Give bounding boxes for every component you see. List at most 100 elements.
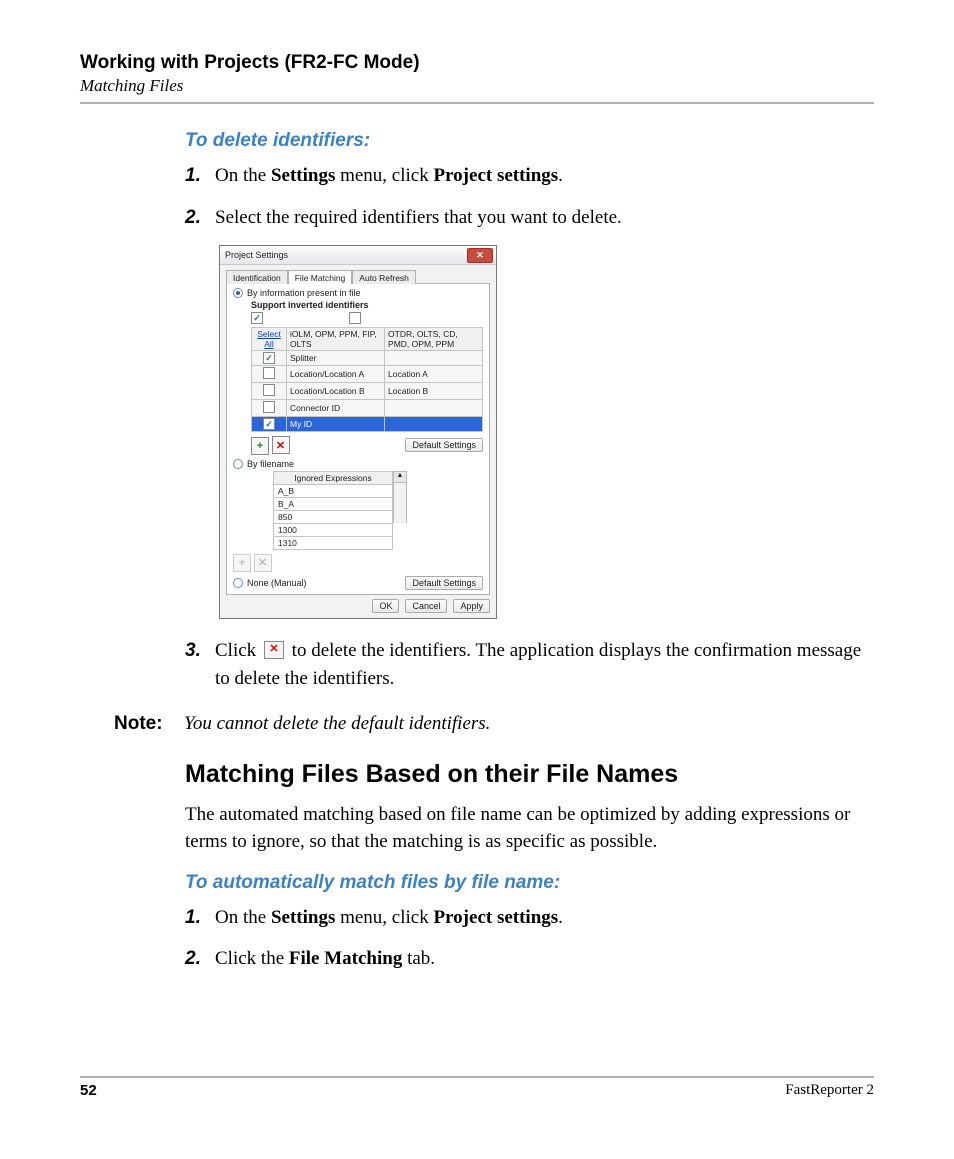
table-row-selected[interactable]: ✓ My ID xyxy=(252,417,483,432)
titlebar: Project Settings ✕ xyxy=(220,246,496,265)
tab-identification[interactable]: Identification xyxy=(226,270,288,284)
add-button-disabled: + xyxy=(233,554,251,572)
tab-file-matching[interactable]: File Matching xyxy=(288,270,353,284)
add-button[interactable]: + xyxy=(251,437,269,455)
header-rule xyxy=(80,102,874,104)
cell: Location A xyxy=(385,366,483,383)
table-row[interactable]: Location/Location A Location A xyxy=(252,366,483,383)
embedded-dialog-figure: Project Settings ✕ Identification File M… xyxy=(219,245,864,619)
tab-panel: By information present in file Support i… xyxy=(226,283,490,595)
text: . xyxy=(558,907,563,928)
cell xyxy=(385,417,483,432)
step-text: On the Settings menu, click Project sett… xyxy=(215,904,864,932)
radio-by-info[interactable]: By information present in file xyxy=(233,288,483,298)
row-checkbox[interactable] xyxy=(263,401,275,413)
step-text: Click ✕ to delete the identifiers. The a… xyxy=(215,637,864,692)
step-2: 2. Select the required identifiers that … xyxy=(185,204,864,232)
page-number: 52 xyxy=(80,1082,97,1099)
identifiers-table: Select All iOLM, OPM, PPM, FIP, OLTS OTD… xyxy=(251,327,483,432)
product-name: FastReporter 2 xyxy=(785,1082,874,1099)
cell: My ID xyxy=(287,417,385,432)
col-header: iOLM, OPM, PPM, FIP, OLTS xyxy=(287,328,385,351)
delete-icon-inline: ✕ xyxy=(264,641,284,659)
note-label: Note: xyxy=(114,710,184,738)
step-text: Select the required identifiers that you… xyxy=(215,204,864,232)
cell: 850 xyxy=(274,510,393,523)
step-number: 2. xyxy=(185,204,215,232)
radio-by-filename[interactable]: By filename xyxy=(233,459,483,469)
text: . xyxy=(558,165,563,186)
menu-name: Settings xyxy=(271,165,335,186)
support-checkbox-left[interactable]: ✓ xyxy=(251,312,263,324)
dialog-footer: OK Cancel Apply xyxy=(220,595,496,618)
cell: B_A xyxy=(274,497,393,510)
ignored-expressions-panel: Ignored Expressions A_B B_A 850 1300 131… xyxy=(273,471,483,573)
note: Note: You cannot delete the default iden… xyxy=(80,710,874,738)
default-settings-button[interactable]: Default Settings xyxy=(405,438,483,452)
row-checkbox[interactable]: ✓ xyxy=(263,352,275,364)
tab-name: File Matching xyxy=(289,948,402,969)
project-settings-dialog: Project Settings ✕ Identification File M… xyxy=(219,245,497,619)
cell: Splitter xyxy=(287,351,385,366)
tab-auto-refresh[interactable]: Auto Refresh xyxy=(352,270,416,284)
text: tab. xyxy=(402,948,435,969)
step-2b: 2. Click the File Matching tab. xyxy=(185,945,864,973)
step-1: 1. On the Settings menu, click Project s… xyxy=(185,162,864,190)
cell: Connector ID xyxy=(287,400,385,417)
chapter-title: Working with Projects (FR2-FC Mode) xyxy=(80,52,874,74)
default-settings-button-2[interactable]: Default Settings xyxy=(405,576,483,590)
table-row[interactable]: Connector ID xyxy=(252,400,483,417)
row-checkbox[interactable]: ✓ xyxy=(263,418,275,430)
text: Click xyxy=(215,640,261,661)
close-icon[interactable]: ✕ xyxy=(467,248,493,263)
delete-button[interactable]: ✕ xyxy=(272,436,290,454)
apply-button[interactable]: Apply xyxy=(453,599,490,613)
menu-name: Settings xyxy=(271,907,335,928)
paragraph: The automated matching based on file nam… xyxy=(185,801,864,856)
delete-button-disabled: ✕ xyxy=(254,554,272,572)
step-number: 1. xyxy=(185,162,215,190)
dialog-title: Project Settings xyxy=(225,250,288,260)
support-checkbox-right[interactable] xyxy=(349,312,361,324)
select-all-link[interactable]: Select All xyxy=(252,328,287,351)
command-name: Project settings xyxy=(433,165,558,186)
row-checkbox[interactable] xyxy=(263,384,275,396)
section-heading: Matching Files Based on their File Names xyxy=(185,760,864,789)
radio-icon xyxy=(233,578,243,588)
col-header: OTDR, OLTS, CD, PMD, OPM, PPM xyxy=(385,328,483,351)
text: On the xyxy=(215,907,271,928)
step-text: Click the File Matching tab. xyxy=(215,945,864,973)
support-label: Support inverted identifiers xyxy=(251,300,483,310)
page-footer: 52 FastReporter 2 xyxy=(80,1068,874,1099)
cell: 1300 xyxy=(274,523,393,536)
radio-icon xyxy=(233,288,243,298)
col-header: Ignored Expressions xyxy=(274,471,393,484)
row-checkbox[interactable] xyxy=(263,367,275,379)
cell: A_B xyxy=(274,484,393,497)
radio-label: By information present in file xyxy=(247,288,361,298)
scrollbar[interactable]: ▲ xyxy=(393,471,405,550)
procedure-heading-1: To delete identifiers: xyxy=(185,130,864,152)
footer-rule xyxy=(80,1076,874,1078)
step-text: On the Settings menu, click Project sett… xyxy=(215,162,864,190)
text: Click the xyxy=(215,948,289,969)
cell: Location B xyxy=(385,383,483,400)
cell xyxy=(385,400,483,417)
step-number: 2. xyxy=(185,945,215,973)
command-name: Project settings xyxy=(433,907,558,928)
cell: Location/Location B xyxy=(287,383,385,400)
cell: 1310 xyxy=(274,536,393,549)
scroll-up-icon[interactable]: ▲ xyxy=(393,471,407,483)
ok-button[interactable]: OK xyxy=(372,599,399,613)
tabs-row: Identification File Matching Auto Refres… xyxy=(220,265,496,283)
table-row[interactable]: Location/Location B Location B xyxy=(252,383,483,400)
radio-icon xyxy=(233,459,243,469)
text: On the xyxy=(215,165,271,186)
step-3: 3. Click ✕ to delete the identifiers. Th… xyxy=(185,637,864,692)
radio-none-label[interactable]: None (Manual) xyxy=(247,578,307,588)
table-row[interactable]: ✓ Splitter xyxy=(252,351,483,366)
cancel-button[interactable]: Cancel xyxy=(405,599,447,613)
cell: Location/Location A xyxy=(287,366,385,383)
text: to delete the identifiers. The applicati… xyxy=(215,640,861,689)
step-number: 3. xyxy=(185,637,215,692)
